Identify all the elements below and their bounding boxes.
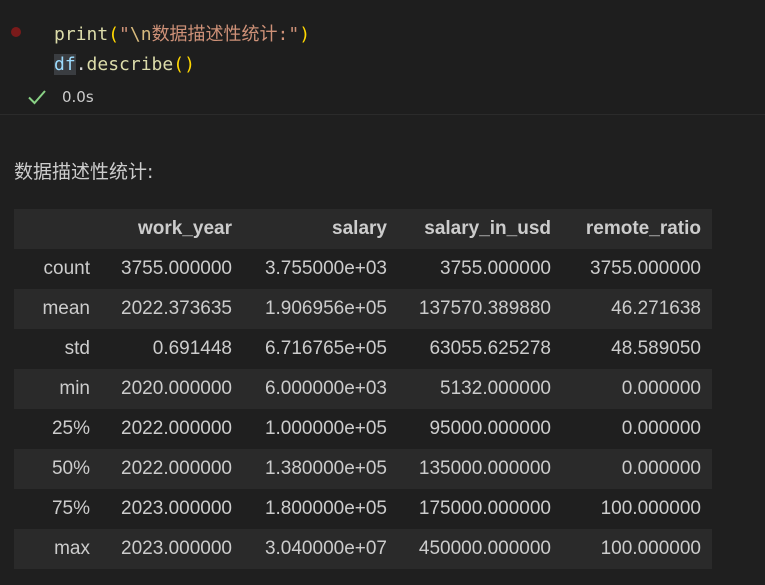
code-token-df: df bbox=[54, 54, 76, 75]
cell-status-dot[interactable] bbox=[11, 27, 21, 37]
table-row: std 0.691448 6.716765e+05 63055.625278 4… bbox=[14, 329, 712, 369]
table-cell: 0.000000 bbox=[562, 369, 712, 409]
table-cell: 3755.000000 bbox=[398, 249, 562, 289]
table-cell: 3.755000e+03 bbox=[243, 249, 398, 289]
code-line-2: df.describe() bbox=[54, 54, 195, 75]
code-token-quote-open: " bbox=[119, 24, 130, 45]
table-header-row: work_year salary salary_in_usd remote_ra… bbox=[14, 209, 712, 249]
table-cell: 46.271638 bbox=[562, 289, 712, 329]
code-token-paren-close: ) bbox=[299, 24, 311, 45]
table-cell: 1.000000e+05 bbox=[243, 409, 398, 449]
code-editor[interactable]: print("\n数据描述性统计:") df.describe() bbox=[54, 20, 310, 80]
row-label: std bbox=[14, 329, 101, 369]
cell-output: 数据描述性统计: work_year salary salary_in_usd … bbox=[0, 115, 765, 585]
table-cell: 2022.000000 bbox=[101, 409, 243, 449]
table-cell: 0.000000 bbox=[562, 409, 712, 449]
code-cell[interactable]: print("\n数据描述性统计:") df.describe() 0.0s bbox=[0, 0, 765, 115]
column-header-salary-in-usd: salary_in_usd bbox=[398, 209, 562, 249]
row-label: count bbox=[14, 249, 101, 289]
table-cell: 0.691448 bbox=[101, 329, 243, 369]
table-row: 25% 2022.000000 1.000000e+05 95000.00000… bbox=[14, 409, 712, 449]
table-cell: 2023.000000 bbox=[101, 489, 243, 529]
table-cell: 5132.000000 bbox=[398, 369, 562, 409]
table-cell: 2022.000000 bbox=[101, 449, 243, 489]
column-header-remote-ratio: remote_ratio bbox=[562, 209, 712, 249]
table-cell: 6.716765e+05 bbox=[243, 329, 398, 369]
table-cell: 63055.625278 bbox=[398, 329, 562, 369]
row-label: 25% bbox=[14, 409, 101, 449]
table-cell: 137570.389880 bbox=[398, 289, 562, 329]
code-token-paren-open: ( bbox=[108, 24, 120, 45]
table-cell: 0.000000 bbox=[562, 449, 712, 489]
table-cell: 3755.000000 bbox=[562, 249, 712, 289]
table-cell: 450000.000000 bbox=[398, 529, 562, 569]
code-token-print: print bbox=[54, 24, 109, 45]
row-label: mean bbox=[14, 289, 101, 329]
code-token-string: 数据描述性统计: bbox=[151, 24, 289, 45]
table-cell: 1.800000e+05 bbox=[243, 489, 398, 529]
table-cell: 135000.000000 bbox=[398, 449, 562, 489]
table-cell: 6.000000e+03 bbox=[243, 369, 398, 409]
table-row: 75% 2023.000000 1.800000e+05 175000.0000… bbox=[14, 489, 712, 529]
table-cell: 2022.373635 bbox=[101, 289, 243, 329]
table-row: mean 2022.373635 1.906956e+05 137570.389… bbox=[14, 289, 712, 329]
table-cell: 1.380000e+05 bbox=[243, 449, 398, 489]
code-token-dot: . bbox=[75, 54, 87, 75]
table-row: max 2023.000000 3.040000e+07 450000.0000… bbox=[14, 529, 712, 569]
code-token-escape: \n bbox=[129, 24, 152, 45]
print-output: 数据描述性统计: bbox=[14, 161, 154, 183]
row-label: min bbox=[14, 369, 101, 409]
table-cell: 100.000000 bbox=[562, 489, 712, 529]
code-token-describe: describe bbox=[86, 54, 174, 75]
column-header-salary: salary bbox=[243, 209, 398, 249]
code-token-quote-close: " bbox=[288, 24, 300, 45]
table-row: min 2020.000000 6.000000e+03 5132.000000… bbox=[14, 369, 712, 409]
code-line-1: print("\n数据描述性统计:") bbox=[54, 24, 310, 45]
table-row: count 3755.000000 3.755000e+03 3755.0000… bbox=[14, 249, 712, 289]
row-label: 75% bbox=[14, 489, 101, 529]
table-cell: 3755.000000 bbox=[101, 249, 243, 289]
table-cell: 100.000000 bbox=[562, 529, 712, 569]
table-cell: 2023.000000 bbox=[101, 529, 243, 569]
row-label: max bbox=[14, 529, 101, 569]
table-cell: 3.040000e+07 bbox=[243, 529, 398, 569]
execution-status: 0.0s bbox=[26, 86, 94, 108]
table-row: 50% 2022.000000 1.380000e+05 135000.0000… bbox=[14, 449, 712, 489]
column-header-index bbox=[14, 209, 101, 249]
check-icon bbox=[28, 90, 46, 105]
table-cell: 95000.000000 bbox=[398, 409, 562, 449]
row-label: 50% bbox=[14, 449, 101, 489]
table-cell: 48.589050 bbox=[562, 329, 712, 369]
table-cell: 1.906956e+05 bbox=[243, 289, 398, 329]
execution-time: 0.0s bbox=[62, 88, 94, 106]
table-cell: 2020.000000 bbox=[101, 369, 243, 409]
table-cell: 175000.000000 bbox=[398, 489, 562, 529]
code-token-parens: () bbox=[173, 54, 195, 75]
column-header-work-year: work_year bbox=[101, 209, 243, 249]
describe-table: work_year salary salary_in_usd remote_ra… bbox=[14, 209, 712, 569]
